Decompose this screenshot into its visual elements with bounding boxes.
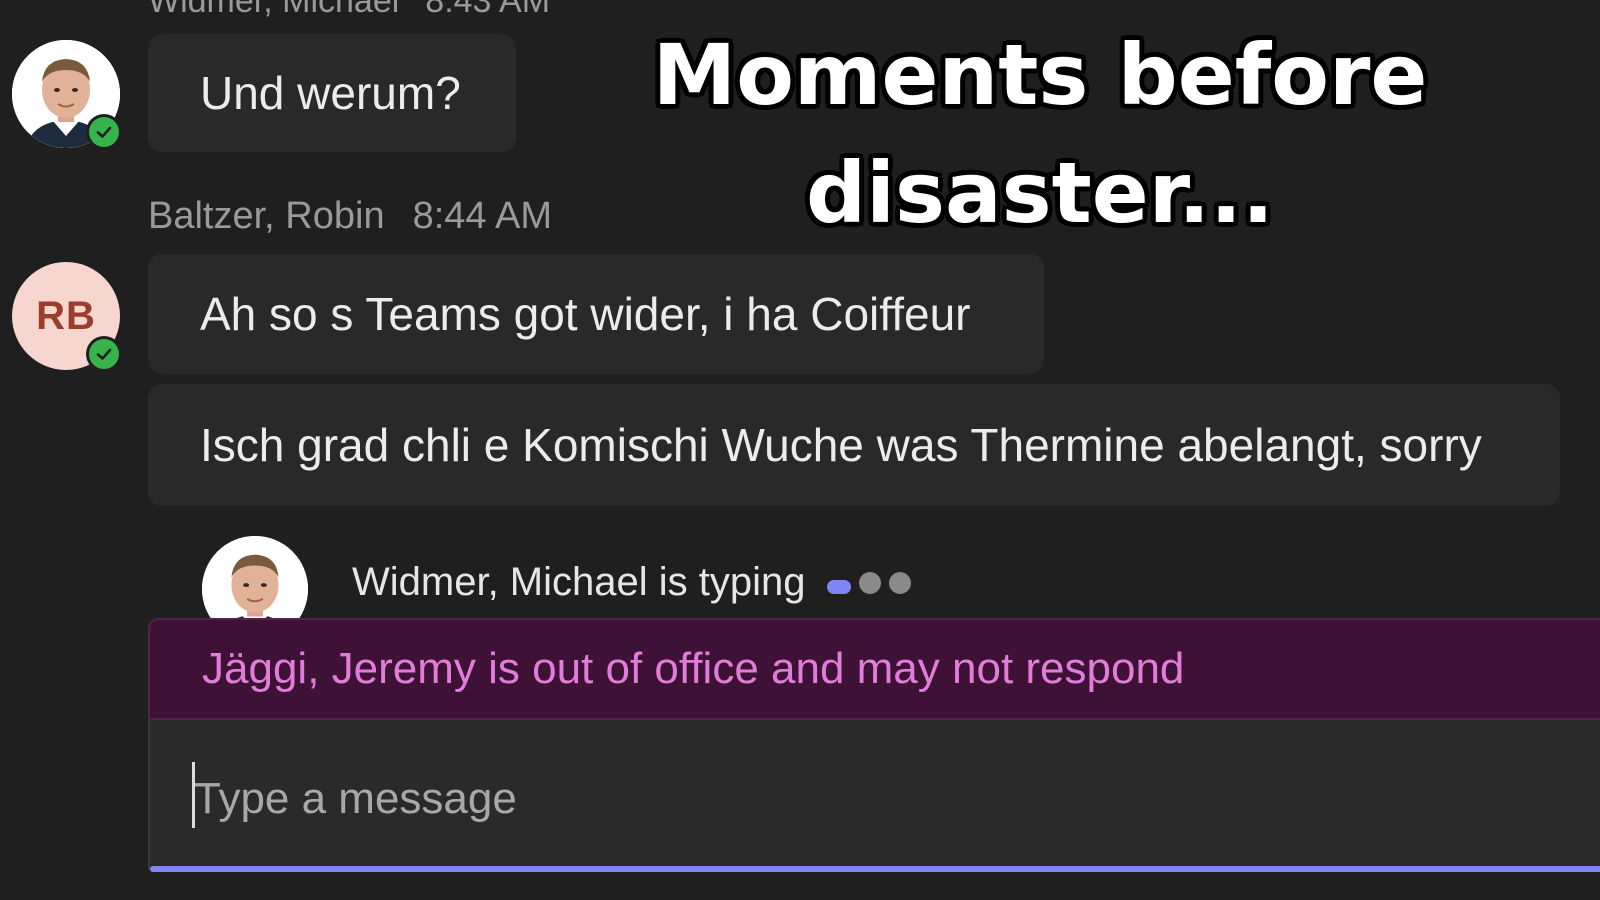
message-header-widmer: Widmer, Michael 8:43 AM xyxy=(148,0,550,21)
message-bubble[interactable]: Und werum? xyxy=(148,34,516,152)
message-text: Ah so s Teams got wider, i ha Coiffeur xyxy=(200,288,971,340)
sender-name: Baltzer, Robin xyxy=(148,195,385,237)
message-time: 8:44 AM xyxy=(412,195,552,237)
sender-name: Widmer, Michael xyxy=(148,0,400,20)
caption-line-2: disaster... xyxy=(806,144,1274,242)
avatar-initials: RB xyxy=(36,293,96,338)
status-available-badge xyxy=(86,114,122,150)
check-icon xyxy=(96,348,112,360)
typing-text: Widmer, Michael is typing xyxy=(352,560,806,604)
caption-line-1: Moments before xyxy=(652,26,1428,124)
message-time: 8:43 AM xyxy=(425,0,551,20)
message-bubble[interactable]: Ah so s Teams got wider, i ha Coiffeur xyxy=(148,254,1044,374)
meme-caption: Moments before disaster... xyxy=(630,16,1450,252)
out-of-office-banner: Jäggi, Jeremy is out of office and may n… xyxy=(148,618,1600,720)
status-available-badge xyxy=(86,336,122,372)
avatar-baltzer[interactable]: RB xyxy=(12,262,122,372)
message-bubble[interactable]: Isch grad chli e Komischi Wuche was Ther… xyxy=(148,384,1560,506)
typing-indicator: Widmer, Michael is typing xyxy=(352,560,912,605)
composer-focus-underline xyxy=(150,866,1600,872)
message-header-baltzer: Baltzer, Robin 8:44 AM xyxy=(148,195,552,238)
message-text: Isch grad chli e Komischi Wuche was Ther… xyxy=(200,419,1482,471)
out-of-office-text: Jäggi, Jeremy is out of office and may n… xyxy=(202,644,1185,693)
avatar-widmer[interactable] xyxy=(12,40,122,150)
message-text: Und werum? xyxy=(200,67,461,119)
message-input[interactable] xyxy=(194,764,1494,834)
check-icon xyxy=(96,126,112,138)
typing-dots-icon xyxy=(827,571,912,594)
